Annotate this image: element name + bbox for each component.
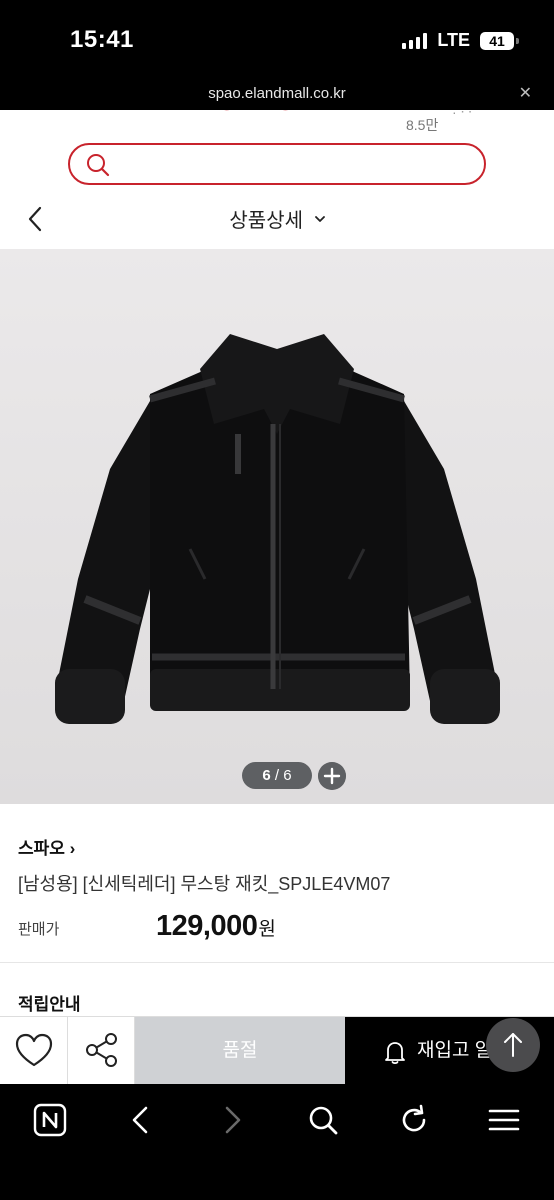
search-icon[interactable] xyxy=(305,1102,341,1138)
subheader: 상품상세 xyxy=(0,194,554,244)
network-type: LTE xyxy=(437,30,470,50)
status-time: 15:41 xyxy=(70,26,134,53)
follower-icon: · ᐧ ᐧ xyxy=(452,110,472,120)
divider xyxy=(0,962,554,963)
search-icon xyxy=(87,154,110,177)
price-label: 판매가 xyxy=(18,921,60,938)
status-bar: 15:41 LTE 41 xyxy=(0,0,554,84)
brand-link[interactable]: 스파오 › xyxy=(18,834,75,859)
bell-icon xyxy=(385,1042,405,1065)
page-title: 상품상세 xyxy=(229,210,304,232)
wishlist-button[interactable] xyxy=(0,1017,68,1085)
follower-count: 8.5만 xyxy=(406,117,439,133)
browser-toolbar xyxy=(0,1084,554,1200)
price: 129,000원 xyxy=(156,910,276,943)
refresh-icon[interactable] xyxy=(396,1102,432,1138)
close-icon[interactable]: ✕ xyxy=(519,84,532,104)
forward-icon[interactable] xyxy=(214,1102,250,1138)
arrow-up-icon xyxy=(504,1033,522,1057)
page-title-dropdown[interactable]: 상품상세 xyxy=(0,204,554,233)
share-button[interactable] xyxy=(68,1017,135,1085)
plus-icon[interactable] xyxy=(318,762,346,790)
back-icon[interactable] xyxy=(123,1102,159,1138)
image-total: 6 xyxy=(283,767,292,784)
points-info-title: 적립안내 xyxy=(18,995,81,1014)
signal-icon xyxy=(402,32,428,49)
product-name: [남성용] [신세틱레더] 무스탕 재킷_SPJLE4VM07 xyxy=(18,874,391,894)
share-icon xyxy=(86,1033,117,1067)
price-unit: 원 xyxy=(258,919,276,940)
image-counter: 6 / 6 xyxy=(242,762,312,789)
price-value: 129,000 xyxy=(156,910,258,942)
search-input[interactable] xyxy=(68,143,486,185)
chevron-down-icon xyxy=(314,216,325,222)
product-image[interactable]: 6 / 6 xyxy=(0,249,554,804)
jacket-illustration xyxy=(0,249,554,804)
soldout-button: 품절 xyxy=(135,1017,345,1085)
status-indicators: LTE 41 xyxy=(402,30,519,51)
image-current: 6 xyxy=(262,767,271,784)
action-bar: 품절 재입고 알림 xyxy=(0,1016,554,1085)
url-text: spao.elandmall.co.kr xyxy=(208,85,346,102)
page-content: SPAO 8.5만 · ᐧ ᐧ 상품상세 xyxy=(0,110,554,1084)
battery-icon: 41 xyxy=(480,31,519,50)
menu-icon[interactable] xyxy=(486,1102,522,1138)
brand-logo[interactable]: SPAO xyxy=(218,110,330,116)
heart-icon xyxy=(15,1033,53,1067)
image-separator: / xyxy=(270,767,284,784)
naver-home-icon[interactable] xyxy=(32,1102,68,1138)
scroll-to-top-button[interactable] xyxy=(486,1018,540,1072)
url-bar[interactable]: spao.elandmall.co.kr ✕ xyxy=(0,84,554,110)
